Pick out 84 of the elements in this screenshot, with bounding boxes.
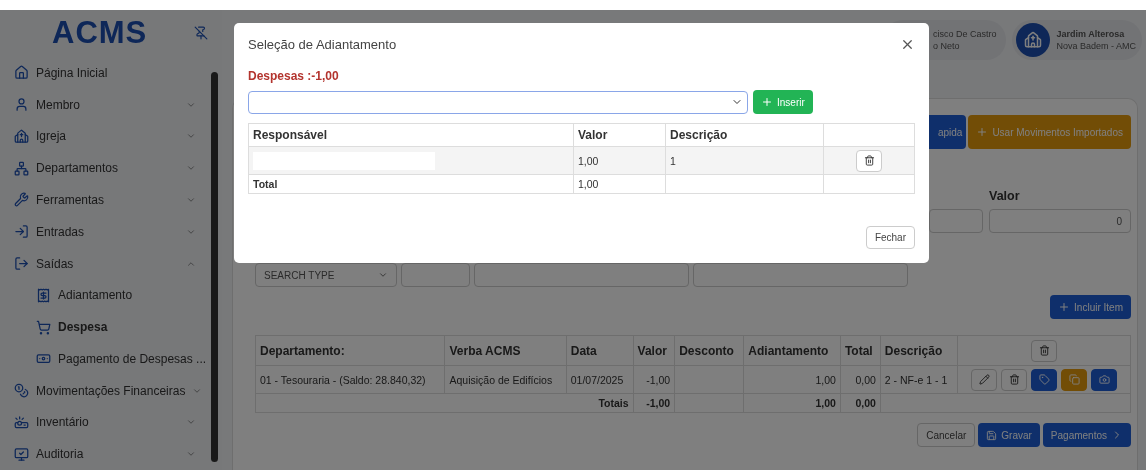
user-name: cisco De Castro xyxy=(932,28,997,40)
close-button[interactable] xyxy=(900,37,915,52)
table-cell: 1,00 xyxy=(743,365,841,394)
input-field[interactable] xyxy=(693,263,908,287)
field-label: Valor xyxy=(989,189,1021,203)
trash-icon xyxy=(1038,345,1050,356)
column-header: Responsável xyxy=(248,123,574,147)
value-field[interactable]: 0 xyxy=(989,209,1131,233)
user-subtitle: Nova Badem - AMC xyxy=(1056,40,1136,52)
input-field[interactable] xyxy=(474,263,689,287)
delete-button[interactable] xyxy=(1031,339,1058,362)
submenu-icon xyxy=(36,287,51,303)
add-item-button[interactable]: Incluir Item xyxy=(1050,295,1131,319)
total-label: Total xyxy=(248,174,574,194)
pencil-icon xyxy=(978,374,990,385)
plus-icon xyxy=(761,96,773,108)
table-cell: 0,00 xyxy=(840,365,881,394)
column-header: Valor xyxy=(573,123,666,147)
trash-icon xyxy=(863,155,875,166)
edit-button[interactable] xyxy=(971,368,998,391)
menu-icon xyxy=(14,97,29,113)
table-cell: 0,00 xyxy=(840,393,881,413)
copy-icon xyxy=(1068,374,1080,385)
user-pill[interactable]: Jardim Alterosa Nova Badem - AMC xyxy=(1012,20,1142,60)
input-field[interactable] xyxy=(401,263,470,287)
column-header: Total xyxy=(840,335,881,366)
plus-icon xyxy=(1058,301,1071,313)
search-type-select[interactable]: SEARCH TYPE xyxy=(255,263,397,287)
table-cell: 1,00 xyxy=(573,146,666,175)
delete-button[interactable] xyxy=(856,149,882,172)
plus-icon xyxy=(976,126,989,138)
column-header: Adiantamento xyxy=(743,335,841,366)
table-cell: Aquisição de Edifícios xyxy=(445,365,567,394)
insert-button[interactable]: Inserir xyxy=(753,90,813,114)
menu-icon xyxy=(14,192,29,208)
menu-icon xyxy=(14,65,29,81)
modal-title: Seleção de Adiantamento xyxy=(248,37,397,52)
table-cell: 2 - NF-e 1 - 1 xyxy=(880,365,958,394)
column-header: Descrição xyxy=(880,335,958,366)
table-cell: 01 - Tesouraria - (Saldo: 28.840,32) xyxy=(255,365,445,394)
table-cell: 01/07/2025 xyxy=(566,365,634,394)
user-subtitle: o Neto xyxy=(932,40,961,52)
menu-icon xyxy=(14,414,29,430)
menu-icon xyxy=(14,160,29,176)
trash-icon xyxy=(1008,374,1020,385)
table-cell: 1,00 xyxy=(743,393,841,413)
submenu-icon xyxy=(36,319,51,335)
table-cell: -1,00 xyxy=(633,393,675,413)
menu-icon xyxy=(14,128,29,144)
camera-icon xyxy=(1098,374,1110,385)
menu-icon xyxy=(14,446,29,462)
column-header: Departamento: xyxy=(255,335,445,366)
footer-button[interactable]: Pagamentos xyxy=(1042,423,1131,447)
column-header: Data xyxy=(566,335,634,366)
expense-summary: Despesas :-1,00 xyxy=(248,69,339,83)
close-dialog-button[interactable]: Fechar xyxy=(865,226,915,249)
logo: ACMS xyxy=(52,15,148,52)
menu-icon xyxy=(14,256,29,271)
save-icon xyxy=(986,429,998,441)
avatar-icon xyxy=(1016,23,1051,57)
totals-label: Totais xyxy=(255,393,634,413)
table-cell: 1 xyxy=(665,146,824,175)
column-header: Valor xyxy=(633,335,675,366)
menu-icon xyxy=(14,224,29,240)
table-cell: -1,00 xyxy=(633,365,675,394)
camera-button[interactable] xyxy=(1091,368,1118,391)
footer-button[interactable]: Cancelar xyxy=(917,423,976,447)
caret-icon xyxy=(378,270,388,280)
column-header: Descrição xyxy=(665,123,824,147)
menu-icon xyxy=(14,383,29,399)
scrollbar[interactable] xyxy=(211,72,218,462)
copy-button[interactable] xyxy=(1061,368,1088,391)
tag-button[interactable] xyxy=(1031,368,1058,391)
close-icon xyxy=(900,37,915,52)
user-name: Jardim Alterosa xyxy=(1056,28,1126,40)
delete-button[interactable] xyxy=(1001,368,1028,391)
tag-icon xyxy=(1038,374,1050,385)
pin-off-icon[interactable] xyxy=(194,26,208,41)
column-header: Desconto xyxy=(674,335,744,366)
input-field[interactable] xyxy=(929,209,983,233)
column-header: Verba ACMS xyxy=(445,335,567,366)
table-cell: 1,00 xyxy=(573,174,666,194)
footer-button[interactable]: Gravar xyxy=(978,423,1040,447)
advance-select[interactable] xyxy=(248,90,748,114)
